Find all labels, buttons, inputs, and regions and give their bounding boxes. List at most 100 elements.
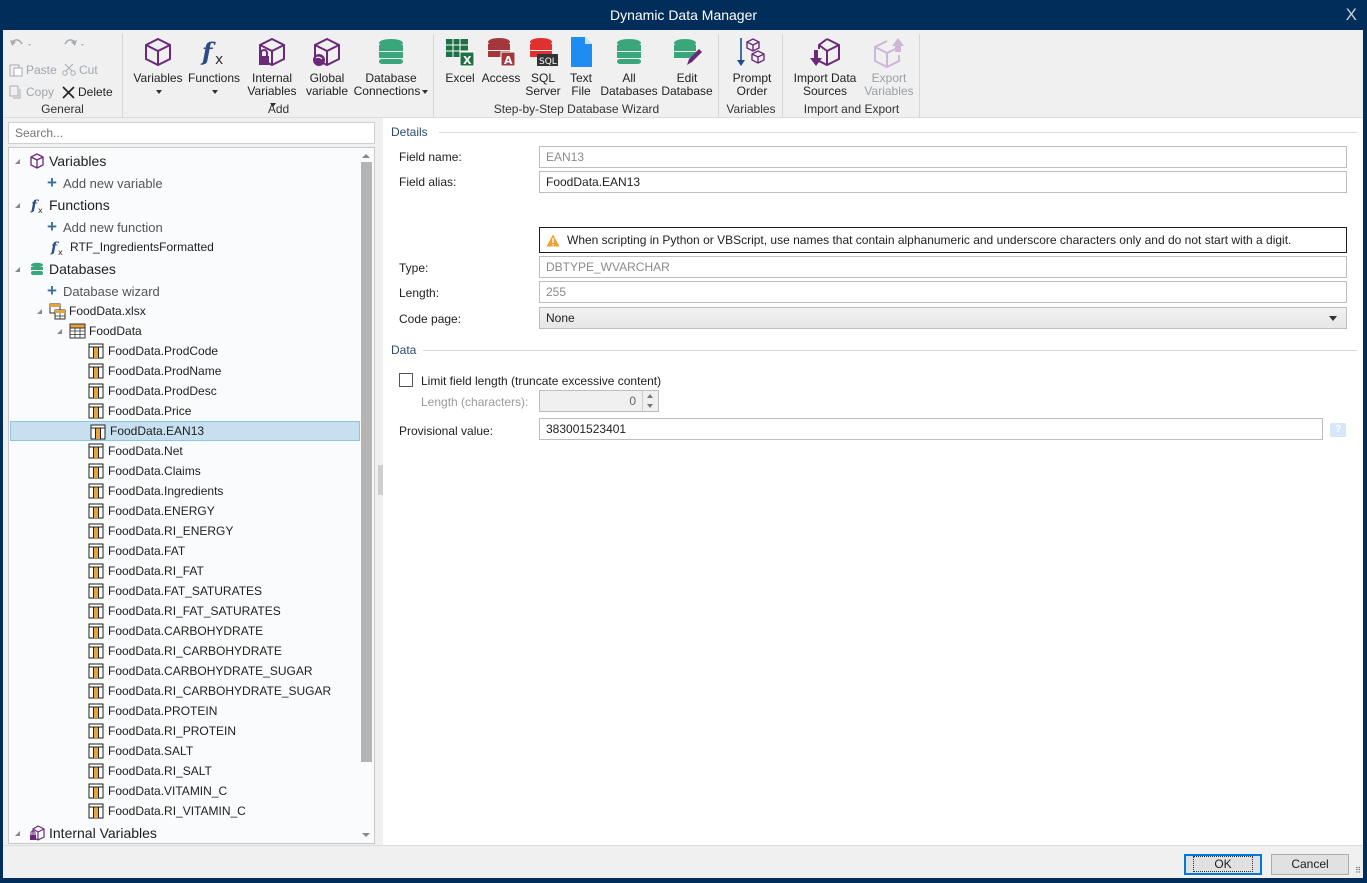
edit-database-button[interactable]: Edit Database (660, 36, 714, 98)
tree-field-item[interactable]: FoodData.PROTEIN (9, 701, 359, 721)
expand-arrow-icon[interactable] (15, 267, 20, 272)
redo-button[interactable] (61, 38, 87, 52)
tree-node-function-item[interactable]: fx RTF_IngredientsFormatted (49, 237, 214, 257)
add-new-function[interactable]: + Add new function (47, 217, 163, 237)
scroll-down-icon[interactable] (362, 833, 370, 837)
svg-text:f: f (200, 37, 216, 66)
type-value: DBTYPE_WVARCHAR (546, 260, 670, 274)
sql-server-button[interactable]: SQL SQL Server (523, 36, 563, 98)
sql-label-2: Server (525, 84, 561, 98)
close-button[interactable]: X (1346, 5, 1357, 25)
tree-field-item[interactable]: FoodData.ENERGY (9, 501, 359, 521)
function-fx-icon: fx (200, 37, 223, 68)
tree-field-item[interactable]: FoodData.ProdDesc (9, 381, 359, 401)
tree-field-item[interactable]: FoodData.SALT (9, 741, 359, 761)
access-button[interactable]: A Access (480, 36, 522, 85)
tree-field-item[interactable]: FoodData.RI_ENERGY (9, 521, 359, 541)
length-characters-stepper[interactable]: 0 (539, 390, 659, 412)
properties-panel: Details Field name: EAN13 Field alias: F… (383, 118, 1363, 845)
tree-field-item[interactable]: FoodData.RI_CARBOHYDRATE (9, 641, 359, 661)
tree-field-item[interactable]: FoodData.FAT_SATURATES (9, 581, 359, 601)
database-wizard[interactable]: + Database wizard (47, 281, 160, 301)
cube-icon (145, 37, 171, 67)
undo-button[interactable] (8, 38, 34, 52)
tree-field-item[interactable]: FoodData.RI_FAT (9, 561, 359, 581)
function-fx-icon: fx (50, 240, 63, 256)
tree-field-item[interactable]: FoodData.CARBOHYDRATE (9, 621, 359, 641)
tree-field-item[interactable]: FoodData.VITAMIN_C (9, 781, 359, 801)
tree-label: FoodData.Price (108, 404, 192, 418)
type-input[interactable]: DBTYPE_WVARCHAR (539, 256, 1347, 278)
field-name-input[interactable]: EAN13 (539, 146, 1347, 168)
tree-field-item[interactable]: FoodData.RI_PROTEIN (9, 721, 359, 741)
group-label-wizard: Step-by-Step Database Wizard (493, 102, 660, 116)
prompt-order-button[interactable]: Prompt Order (726, 36, 778, 98)
tree-field-item[interactable]: FoodData.FAT (9, 541, 359, 561)
tree-field-item[interactable]: FoodData.Net (9, 441, 359, 461)
code-page-select[interactable]: None (539, 307, 1347, 329)
expand-arrow-icon[interactable] (37, 309, 42, 314)
functions-button[interactable]: fx Functions (186, 36, 242, 98)
length-input[interactable]: 255 (539, 281, 1347, 303)
help-icon[interactable]: ? (1330, 423, 1346, 437)
import-label-2: Sources (802, 84, 848, 98)
all-databases-button[interactable]: All Databases (600, 36, 658, 98)
global-variable-button[interactable]: Global variable (302, 36, 352, 98)
tree-field-item[interactable]: FoodData.EAN13 (10, 421, 360, 441)
cut-button[interactable]: Cut (62, 63, 98, 77)
field-alias-label: Field alias: (399, 175, 457, 189)
tree-field-item[interactable]: FoodData.RI_FAT_SATURATES (9, 601, 359, 621)
tree-label: FoodData.ProdName (108, 364, 222, 378)
import-data-sources-button[interactable]: Import Data Sources (790, 36, 860, 98)
tree-field-item[interactable]: FoodData.RI_VITAMIN_C (9, 801, 359, 821)
warning-text: When scripting in Python or VBScript, us… (567, 233, 1292, 247)
cancel-button[interactable]: Cancel (1271, 854, 1349, 875)
delete-button[interactable]: Delete (62, 85, 113, 99)
add-new-variable[interactable]: + Add new variable (47, 173, 163, 193)
tree-label: FoodData.Claims (108, 464, 201, 478)
database-connections-button[interactable]: Database Connections (353, 36, 429, 98)
tree-field-item[interactable]: FoodData.Price (9, 401, 359, 421)
resize-grip-icon[interactable]: ⠿ (1355, 866, 1361, 875)
copy-button[interactable]: Copy (9, 85, 54, 99)
tree-field-item[interactable]: FoodData.CARBOHYDRATE_SUGAR (9, 661, 359, 681)
scrollbar-thumb[interactable] (361, 162, 372, 762)
field-column-icon (88, 623, 104, 639)
limit-length-label[interactable]: Limit field length (truncate excessive c… (421, 374, 661, 388)
type-label: Type: (399, 261, 429, 275)
expand-arrow-icon[interactable] (57, 329, 62, 334)
stepper-up-icon[interactable] (647, 394, 653, 398)
tree-field-item[interactable]: FoodData.Ingredients (9, 481, 359, 501)
excel-button[interactable]: X Excel (443, 36, 477, 85)
text-file-label-2: File (571, 84, 591, 98)
text-file-button[interactable]: Text File (564, 36, 598, 98)
tree-field-item[interactable]: FoodData.Claims (9, 461, 359, 481)
export-icon (874, 38, 904, 68)
expand-arrow-icon[interactable] (15, 159, 20, 164)
stepper-buttons[interactable] (642, 391, 658, 411)
import-icon (810, 38, 840, 67)
paste-button[interactable]: Paste (9, 63, 57, 77)
scroll-up-icon[interactable] (362, 154, 370, 158)
limit-length-checkbox[interactable] (399, 373, 413, 387)
title-bar: Dynamic Data Manager X (0, 0, 1367, 30)
tree-field-item[interactable]: FoodData.ProdName (9, 361, 359, 381)
import-label-1: Import Data (793, 71, 857, 85)
variables-button[interactable]: Variables (132, 36, 184, 98)
expand-arrow-icon[interactable] (15, 831, 20, 836)
tree-field-item[interactable]: FoodData.ProdCode (9, 341, 359, 361)
field-column-icon (88, 703, 104, 719)
tree-scrollbar[interactable] (360, 150, 372, 841)
expand-arrow-icon[interactable] (15, 203, 20, 208)
ok-button[interactable]: OK (1184, 854, 1262, 875)
search-input[interactable] (9, 123, 374, 143)
tree-field-item[interactable]: FoodData.RI_CARBOHYDRATE_SUGAR (9, 681, 359, 701)
field-alias-input[interactable]: FoodData.EAN13 (539, 171, 1347, 193)
provisional-value-input[interactable]: 383001523401 (539, 418, 1323, 440)
search-box[interactable] (8, 122, 375, 144)
tree-field-item[interactable]: FoodData.RI_SALT (9, 761, 359, 781)
field-column-icon (88, 463, 104, 479)
export-variables-button[interactable]: Export Variables (862, 36, 916, 98)
internal-variables-button[interactable]: Internal Variables (244, 36, 300, 111)
stepper-down-icon[interactable] (647, 404, 653, 408)
